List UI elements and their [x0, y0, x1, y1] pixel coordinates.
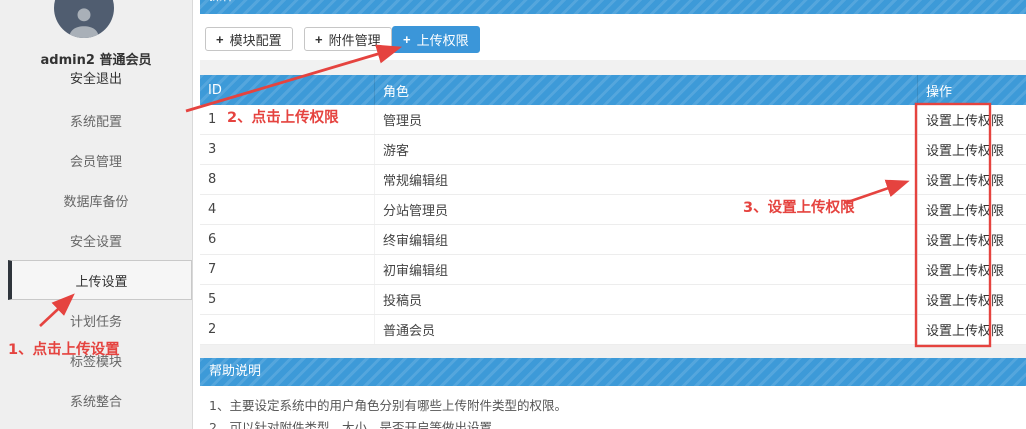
sidebar-item[interactable]: 标签模块: [0, 340, 192, 380]
set-upload-permission-link[interactable]: 设置上传权限: [926, 170, 1004, 189]
action-panel: 操作 + 模块配置 + 附件管理 + 上传权限: [200, 0, 1026, 60]
panel-gap: [200, 345, 1026, 358]
table-row: 6 终审编辑组 设置上传权限: [200, 225, 1026, 255]
sidebar-item[interactable]: 计划任务: [0, 300, 192, 340]
button-label: 附件管理: [329, 30, 381, 49]
cell-op: 设置上传权限: [918, 135, 1026, 164]
user-icon: [65, 4, 103, 38]
logout-link[interactable]: 安全退出: [0, 68, 192, 87]
avatar: [54, 0, 114, 38]
column-header-role: 角色: [375, 75, 918, 105]
plus-icon: +: [216, 32, 224, 47]
column-header-op: 操作: [918, 75, 1026, 105]
table-header-row: ID 角色 操作: [200, 75, 1026, 105]
action-panel-header-clipped: 操作: [200, 0, 1026, 14]
table-row: 3 游客 设置上传权限: [200, 135, 1026, 165]
username-label: admin2 普通会员: [0, 49, 192, 68]
table-row: 8 常规编辑组 设置上传权限: [200, 165, 1026, 195]
cell-op: 设置上传权限: [918, 165, 1026, 194]
set-upload-permission-link[interactable]: 设置上传权限: [926, 200, 1004, 219]
sidebar-menu: 系统配置 会员管理 数据库备份 安全设置 上传设置 计划任务 标签模块: [0, 100, 192, 420]
sidebar-item-label: 计划任务: [70, 311, 122, 330]
cell-role: 游客: [375, 135, 918, 164]
sidebar: admin2 普通会员 安全退出 系统配置 会员管理 数据库备份 安全设置 上传…: [0, 0, 193, 429]
table-row: 2 普通会员 设置上传权限: [200, 315, 1026, 345]
toolbar: + 模块配置 + 附件管理 + 上传权限: [200, 14, 1026, 60]
set-upload-permission-link[interactable]: 设置上传权限: [926, 260, 1004, 279]
column-header-id: ID: [200, 75, 375, 105]
sidebar-item-label: 上传设置: [75, 271, 127, 290]
help-line-1: 1、主要设定系统中的用户角色分别有哪些上传附件类型的权限。: [209, 395, 1026, 417]
plus-icon: +: [403, 32, 411, 47]
cell-id: 4: [200, 195, 375, 224]
cell-id: 5: [200, 285, 375, 314]
cell-role: 终审编辑组: [375, 225, 918, 254]
sidebar-item-label: 标签模块: [70, 351, 122, 370]
sidebar-item-label: 系统整合: [70, 391, 122, 410]
cell-role: 初审编辑组: [375, 255, 918, 284]
sidebar-item-label: 系统配置: [70, 111, 122, 130]
table-body: 1 管理员 设置上传权限 3 游客 设置上传权限 8 常规编辑组 设置上传权限: [200, 105, 1026, 345]
help-line-2: 2、可以针对附件类型、大小、是否开启等做出设置。: [209, 417, 1026, 429]
cell-id: 1: [200, 105, 375, 134]
cell-role: 分站管理员: [375, 195, 918, 224]
cell-op: 设置上传权限: [918, 285, 1026, 314]
sidebar-item-label: 安全设置: [70, 231, 122, 250]
sidebar-item[interactable]: 会员管理: [0, 140, 192, 180]
cell-op: 设置上传权限: [918, 315, 1026, 344]
plus-icon: +: [315, 32, 323, 47]
panel-gap: [200, 60, 1026, 75]
table-row: 5 投稿员 设置上传权限: [200, 285, 1026, 315]
help-panel: 帮助说明 1、主要设定系统中的用户角色分别有哪些上传附件类型的权限。 2、可以针…: [200, 358, 1026, 429]
cell-op: 设置上传权限: [918, 105, 1026, 134]
table-row: 7 初审编辑组 设置上传权限: [200, 255, 1026, 285]
button-label: 上传权限: [417, 30, 469, 49]
cell-op: 设置上传权限: [918, 225, 1026, 254]
help-body: 1、主要设定系统中的用户角色分别有哪些上传附件类型的权限。 2、可以针对附件类型…: [200, 386, 1026, 429]
sidebar-item[interactable]: 安全设置: [0, 220, 192, 260]
cell-id: 8: [200, 165, 375, 194]
button-label: 模块配置: [230, 30, 282, 49]
upload-permission-button[interactable]: + 上传权限: [392, 26, 480, 53]
cell-id: 2: [200, 315, 375, 344]
attachment-manage-button[interactable]: + 附件管理: [304, 27, 392, 51]
set-upload-permission-link[interactable]: 设置上传权限: [926, 110, 1004, 129]
set-upload-permission-link[interactable]: 设置上传权限: [926, 290, 1004, 309]
sidebar-item[interactable]: 数据库备份: [0, 180, 192, 220]
cell-id: 3: [200, 135, 375, 164]
set-upload-permission-link[interactable]: 设置上传权限: [926, 230, 1004, 249]
cell-op: 设置上传权限: [918, 195, 1026, 224]
roles-table: ID 角色 操作 1 管理员 设置上传权限 3 游客 设置上传权限 8: [200, 75, 1026, 345]
action-panel-title: 操作: [200, 0, 1026, 14]
cell-role: 普通会员: [375, 315, 918, 344]
sidebar-item-label: 会员管理: [70, 151, 122, 170]
cell-role: 常规编辑组: [375, 165, 918, 194]
sidebar-item[interactable]: 系统配置: [0, 100, 192, 140]
cell-role: 管理员: [375, 105, 918, 134]
sidebar-item[interactable]: 上传设置: [8, 260, 192, 300]
cell-role: 投稿员: [375, 285, 918, 314]
cell-op: 设置上传权限: [918, 255, 1026, 284]
sidebar-item[interactable]: 系统整合: [0, 380, 192, 420]
set-upload-permission-link[interactable]: 设置上传权限: [926, 320, 1004, 339]
table-row: 1 管理员 设置上传权限: [200, 105, 1026, 135]
cell-id: 7: [200, 255, 375, 284]
help-panel-title: 帮助说明: [200, 358, 1026, 386]
module-config-button[interactable]: + 模块配置: [205, 27, 293, 51]
sidebar-item-label: 数据库备份: [63, 191, 128, 210]
table-row: 4 分站管理员 设置上传权限: [200, 195, 1026, 225]
cell-id: 6: [200, 225, 375, 254]
set-upload-permission-link[interactable]: 设置上传权限: [926, 140, 1004, 159]
